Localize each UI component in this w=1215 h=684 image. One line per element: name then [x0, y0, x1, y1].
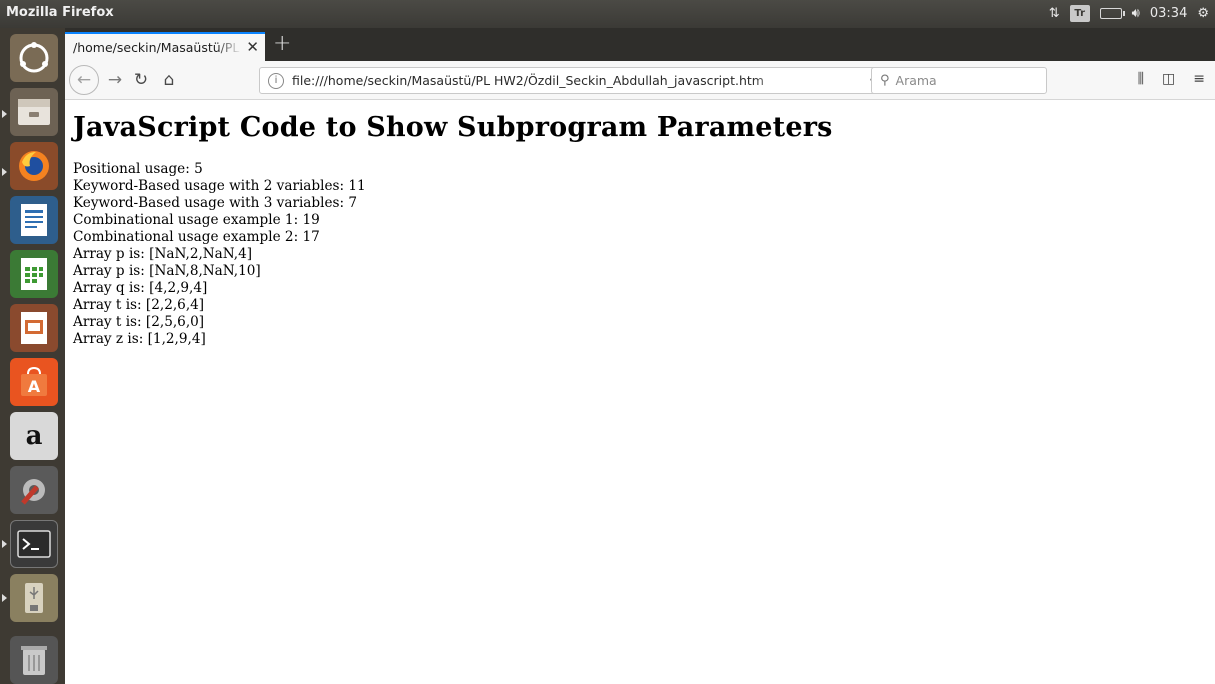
system-settings-icon[interactable]: [10, 466, 58, 514]
keyboard-layout-indicator[interactable]: Tr: [1069, 4, 1090, 22]
new-tab-button[interactable]: +: [273, 31, 291, 56]
volume-icon[interactable]: 🔊︎: [1132, 4, 1140, 22]
page-heading: JavaScript Code to Show Subprogram Param…: [73, 112, 833, 143]
search-input[interactable]: Arama: [896, 73, 937, 88]
toolbar-right: ⫼ ◫ ≡: [1138, 71, 1205, 87]
tab-title: /home/seckin/Masaüstü/PL: [73, 40, 240, 55]
search-icon: ⚲: [880, 73, 890, 88]
launcher: A a: [0, 28, 65, 684]
url-bar[interactable]: i file:///home/seckin/Masaüstü/PL HW2/Öz…: [259, 67, 931, 94]
svg-text:A: A: [28, 377, 41, 396]
tab-active[interactable]: /home/seckin/Masaüstü/PL ✕: [65, 32, 265, 61]
running-indicator: [2, 168, 7, 176]
libreoffice-calc-icon[interactable]: [10, 250, 58, 298]
running-indicator: [2, 594, 7, 602]
output-line: Array q is: [4,2,9,4]: [73, 280, 208, 296]
back-button[interactable]: ←: [69, 65, 99, 95]
window-title: Mozilla Firefox: [6, 5, 114, 20]
output-line: Array p is: [NaN,2,NaN,4]: [73, 246, 253, 262]
sidebar-icon[interactable]: ◫: [1162, 71, 1175, 87]
files-icon[interactable]: [10, 88, 58, 136]
libreoffice-writer-icon[interactable]: [10, 196, 58, 244]
menu-icon[interactable]: ≡: [1193, 71, 1205, 87]
running-indicator: [2, 540, 7, 548]
tab-close-icon[interactable]: ✕: [246, 38, 259, 56]
system-tray: ⇅ Tr 🔊︎ 03:34 ⚙: [1049, 4, 1209, 22]
clock[interactable]: 03:34: [1150, 4, 1187, 22]
network-arrows-icon[interactable]: ⇅: [1049, 4, 1060, 22]
navigation-toolbar: ← → ↻ ⌂ i file:///home/seckin/Masaüstü/P…: [65, 61, 1215, 100]
output-line: Keyword-Based usage with 2 variables: 11: [73, 178, 366, 194]
ubuntu-software-icon[interactable]: A: [10, 358, 58, 406]
url-text[interactable]: file:///home/seckin/Masaüstü/PL HW2/Özdi…: [292, 73, 792, 88]
output-line: Array p is: [NaN,8,NaN,10]: [73, 263, 261, 279]
site-info-icon[interactable]: i: [268, 72, 284, 89]
output-line: Positional usage: 5: [73, 161, 203, 177]
output-line: Array t is: [2,5,6,0]: [73, 314, 205, 330]
top-panel: Mozilla Firefox ⇅ Tr 🔊︎ 03:34 ⚙: [0, 0, 1215, 28]
output-line: Combinational usage example 2: 17: [73, 229, 320, 245]
search-bar[interactable]: ⚲ Arama: [871, 67, 1047, 94]
library-icon[interactable]: ⫼: [1138, 71, 1144, 87]
terminal-icon[interactable]: [10, 520, 58, 568]
trash-icon[interactable]: [10, 636, 58, 684]
libreoffice-impress-icon[interactable]: [10, 304, 58, 352]
home-button[interactable]: ⌂: [157, 67, 181, 93]
forward-button[interactable]: →: [103, 67, 127, 93]
firefox-icon[interactable]: [10, 142, 58, 190]
output-lines: Positional usage: 5 Keyword-Based usage …: [73, 161, 1207, 348]
output-line: Keyword-Based usage with 3 variables: 7: [73, 195, 358, 211]
output-line: Combinational usage example 1: 19: [73, 212, 320, 228]
ubuntu-dash-icon[interactable]: [10, 34, 58, 82]
output-line: Array z is: [1,2,9,4]: [73, 331, 206, 347]
running-indicator: [2, 110, 7, 118]
tab-bar: /home/seckin/Masaüstü/PL ✕ +: [65, 28, 1215, 61]
usb-drive-icon[interactable]: [10, 574, 58, 622]
amazon-icon[interactable]: a: [10, 412, 58, 460]
page-content: JavaScript Code to Show Subprogram Param…: [65, 101, 1215, 684]
settings-gear-icon[interactable]: ⚙: [1197, 4, 1209, 22]
battery-icon[interactable]: [1099, 4, 1125, 22]
output-line: Array t is: [2,2,6,4]: [73, 297, 205, 313]
reload-button[interactable]: ↻: [129, 67, 153, 93]
